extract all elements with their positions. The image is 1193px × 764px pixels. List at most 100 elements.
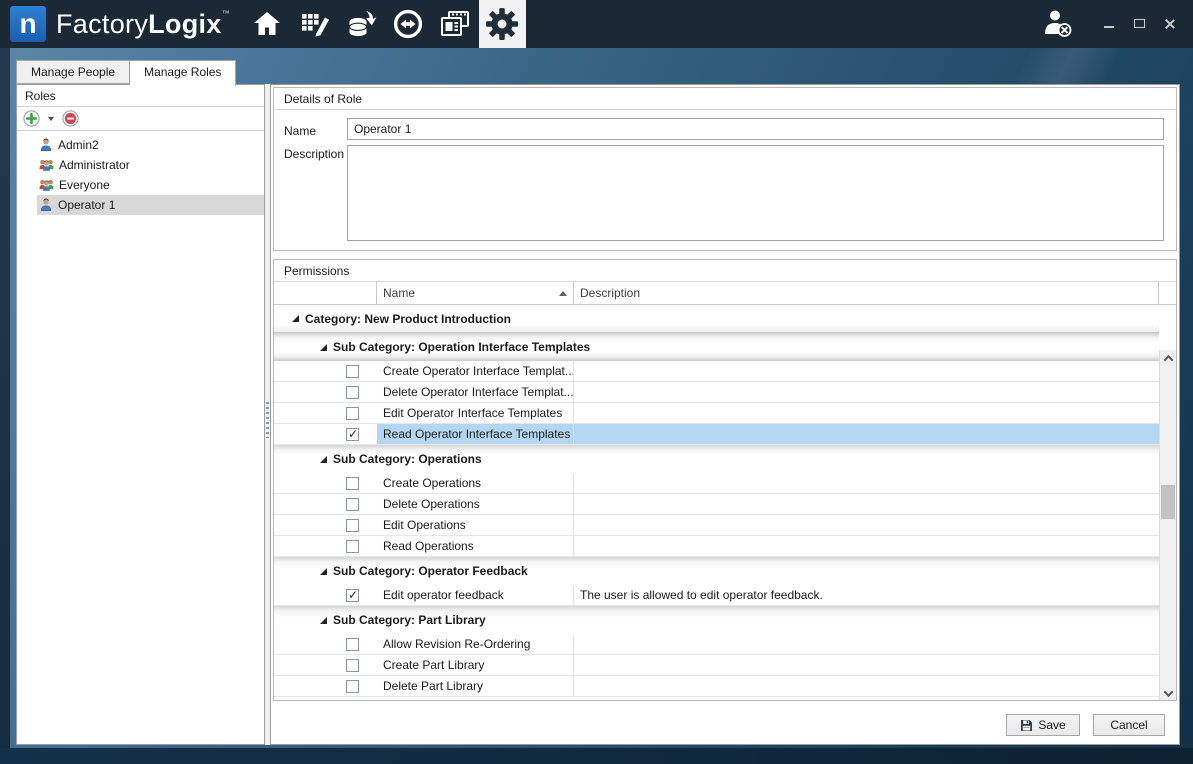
- collapse-triangle-icon[interactable]: [320, 344, 327, 351]
- user-icon: [39, 198, 53, 212]
- subcategory-row[interactable]: Sub Category: Operation Interface Templa…: [274, 333, 1159, 361]
- permission-row[interactable]: Edit operator feedback The user is allow…: [274, 585, 1159, 606]
- permission-checkbox[interactable]: [346, 386, 359, 399]
- permission-name: Edit Operator Interface Templates: [383, 406, 562, 420]
- main-navigation: [244, 0, 526, 48]
- permission-row[interactable]: Allow Revision Re-Ordering: [274, 634, 1159, 655]
- permissions-box: Permissions Name Description Category: N…: [273, 259, 1177, 701]
- cancel-button[interactable]: Cancel: [1093, 714, 1165, 736]
- category-label: Category: New Product Introduction: [305, 312, 511, 326]
- user-icon: [39, 138, 53, 152]
- logo-letter: n: [19, 8, 36, 40]
- role-list-item[interactable]: Admin2: [17, 135, 264, 155]
- permission-checkbox[interactable]: [346, 638, 359, 651]
- roles-toolbar: [17, 107, 264, 131]
- close-button[interactable]: [1163, 17, 1177, 31]
- user-logout-icon[interactable]: [1041, 8, 1075, 40]
- remove-role-button[interactable]: [62, 110, 79, 127]
- minimize-button[interactable]: [1103, 17, 1117, 31]
- window-controls: [1103, 17, 1177, 31]
- permission-checkbox[interactable]: [346, 589, 359, 602]
- sync-icon[interactable]: [385, 0, 432, 48]
- role-list-item[interactable]: Everyone: [17, 175, 264, 195]
- news-icon[interactable]: [432, 0, 479, 48]
- tab-manage-roles[interactable]: Manage Roles: [130, 60, 236, 86]
- permission-name: Delete Operator Interface Templat...: [383, 385, 574, 399]
- permission-checkbox[interactable]: [346, 519, 359, 532]
- collapse-triangle-icon[interactable]: [320, 456, 327, 463]
- permission-row[interactable]: Create Operations: [274, 473, 1159, 494]
- role-list-item[interactable]: Operator 1: [17, 195, 264, 215]
- roles-panel: Roles Admin2: [16, 84, 265, 745]
- permissions-title: Permissions: [274, 260, 1176, 282]
- trademark: ™: [222, 9, 230, 18]
- scroll-up-icon[interactable]: [1160, 350, 1176, 367]
- role-label: Operator 1: [58, 198, 115, 212]
- app-logo: n: [10, 6, 46, 42]
- save-button[interactable]: Save: [1006, 714, 1080, 736]
- save-icon: [1020, 719, 1033, 732]
- permission-checkbox[interactable]: [346, 680, 359, 693]
- brand-name: FactoryLogix™: [56, 9, 230, 40]
- tab-manage-people[interactable]: Manage People: [16, 60, 130, 84]
- group-icon: [39, 158, 54, 172]
- scroll-down-icon[interactable]: [1160, 685, 1176, 701]
- details-of-role-title: Details of Role: [274, 88, 1176, 110]
- permission-checkbox[interactable]: [346, 365, 359, 378]
- splitter-grip-icon: [266, 402, 269, 438]
- permission-row[interactable]: Delete Operations: [274, 494, 1159, 515]
- permission-checkbox[interactable]: [346, 407, 359, 420]
- sort-ascending-icon: [559, 291, 567, 296]
- role-list-item[interactable]: Administrator: [17, 155, 264, 175]
- subcategory-row[interactable]: Sub Category: Operator Feedback: [274, 557, 1159, 585]
- window-left-border: [0, 48, 10, 764]
- category-row[interactable]: Category: New Product Introduction: [274, 305, 1159, 333]
- role-name-input[interactable]: [347, 118, 1164, 140]
- permissions-column-headers: Name Description: [274, 282, 1176, 305]
- role-label: Administrator: [59, 158, 130, 172]
- permission-row[interactable]: Read Operations: [274, 536, 1159, 557]
- role-details-panel: Details of Role Name Description Permiss…: [270, 84, 1180, 745]
- permission-checkbox[interactable]: [346, 659, 359, 672]
- permission-row[interactable]: Delete Part Library: [274, 676, 1159, 697]
- gear-icon[interactable]: [479, 0, 526, 48]
- subcategory-row[interactable]: Sub Category: Part Library: [274, 606, 1159, 634]
- add-role-dropdown-icon[interactable]: [48, 117, 54, 121]
- permissions-table-body: Category: New Product Introduction Sub C…: [274, 305, 1176, 701]
- vertical-scrollbar[interactable]: [1159, 350, 1176, 701]
- home-icon[interactable]: [244, 0, 291, 48]
- permission-name: Read Operations: [383, 539, 474, 553]
- maximize-button[interactable]: [1133, 17, 1147, 31]
- scrollbar-column-header: [1159, 282, 1176, 304]
- application-window: n FactoryLogix™: [0, 0, 1193, 764]
- window-bottom-border: [0, 748, 1193, 764]
- permission-row[interactable]: Edit Operator Interface Templates: [274, 403, 1159, 424]
- permission-row[interactable]: Read Operator Interface Templates: [274, 424, 1159, 445]
- spreadsheet-edit-icon[interactable]: [291, 0, 338, 48]
- subcategory-row[interactable]: Sub Category: Operations: [274, 445, 1159, 473]
- add-role-button[interactable]: [23, 110, 40, 127]
- permission-row[interactable]: Create Operator Interface Templat...: [274, 361, 1159, 382]
- collapse-triangle-icon[interactable]: [320, 617, 327, 624]
- tab-bar: Manage People Manage Roles: [16, 60, 236, 86]
- permission-checkbox[interactable]: [346, 498, 359, 511]
- checkbox-column-header[interactable]: [274, 282, 377, 304]
- permission-checkbox[interactable]: [346, 477, 359, 490]
- permission-rows: Category: New Product Introduction Sub C…: [274, 305, 1159, 697]
- collapse-triangle-icon[interactable]: [292, 315, 299, 322]
- collapse-triangle-icon[interactable]: [320, 568, 327, 575]
- permission-row[interactable]: Delete Operator Interface Templat...: [274, 382, 1159, 403]
- name-label: Name: [284, 124, 316, 138]
- description-column-header[interactable]: Description: [574, 282, 1159, 304]
- permission-row[interactable]: Edit Operations: [274, 515, 1159, 536]
- subcategory-label: Sub Category: Operator Feedback: [333, 564, 528, 578]
- permission-checkbox[interactable]: [346, 540, 359, 553]
- role-description-input[interactable]: [347, 145, 1164, 241]
- scrollbar-thumb[interactable]: [1161, 485, 1175, 519]
- database-icon[interactable]: [338, 0, 385, 48]
- permission-name: Edit operator feedback: [383, 588, 504, 602]
- name-column-header[interactable]: Name: [377, 282, 574, 304]
- permission-checkbox[interactable]: [346, 428, 359, 441]
- permission-row[interactable]: Create Part Library: [274, 655, 1159, 676]
- permission-name: Delete Part Library: [383, 679, 483, 693]
